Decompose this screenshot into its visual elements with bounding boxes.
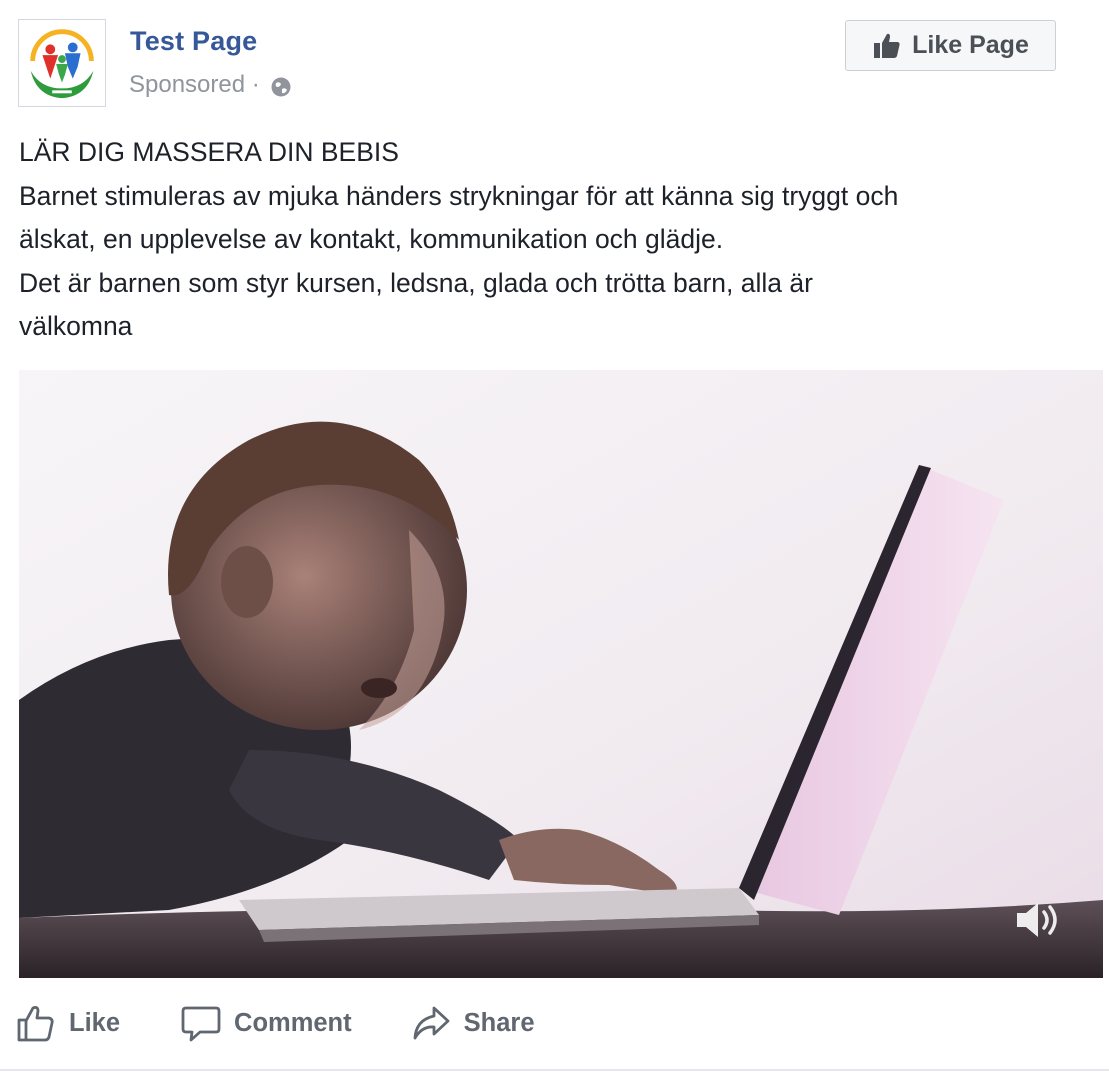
share-button[interactable]: Share <box>410 1002 535 1044</box>
share-label: Share <box>463 1008 535 1037</box>
divider <box>0 1069 1109 1071</box>
share-arrow-icon <box>413 1006 450 1040</box>
video-frame <box>19 370 1103 978</box>
post-text-line: Det är barnen som styr kursen, ledsna, g… <box>19 267 813 298</box>
page-name-link[interactable]: Test Page <box>130 26 257 57</box>
like-page-label: Like Page <box>912 31 1029 59</box>
volume-button[interactable] <box>1013 898 1065 942</box>
post-text-line: LÄR DIG MASSERA DIN BEBIS <box>19 137 399 167</box>
comment-bubble-icon <box>181 1006 221 1042</box>
like-label: Like <box>69 1008 121 1037</box>
comment-label: Comment <box>234 1008 352 1037</box>
speaker-volume-icon <box>1017 903 1057 937</box>
thumbs-up-icon <box>874 33 900 58</box>
organization-logo-icon <box>19 20 105 106</box>
post-text-line: välkomna <box>19 311 133 341</box>
post-actions: Like Comment Share <box>15 1000 535 1046</box>
globe-icon[interactable] <box>270 76 292 98</box>
like-button[interactable]: Like <box>15 1002 120 1044</box>
sponsored-post: Test Page Sponsored · Like Page LÄR DIG … <box>0 0 1109 1075</box>
post-text-line: Barnet stimuleras av mjuka händers stryk… <box>19 180 899 211</box>
sponsored-label[interactable]: Sponsored · <box>129 71 260 99</box>
like-thumb-icon <box>17 1006 54 1042</box>
post-text-line: älskat, en upplevelse av kontakt, kommun… <box>19 224 724 254</box>
post-meta: Sponsored · <box>129 70 292 100</box>
comment-button[interactable]: Comment <box>180 1002 352 1044</box>
like-page-button[interactable]: Like Page <box>845 20 1056 71</box>
page-avatar[interactable] <box>18 19 106 107</box>
post-video[interactable] <box>19 370 1103 978</box>
post-text: LÄR DIG MASSERA DIN BEBIS Barnet stimule… <box>19 131 1094 349</box>
